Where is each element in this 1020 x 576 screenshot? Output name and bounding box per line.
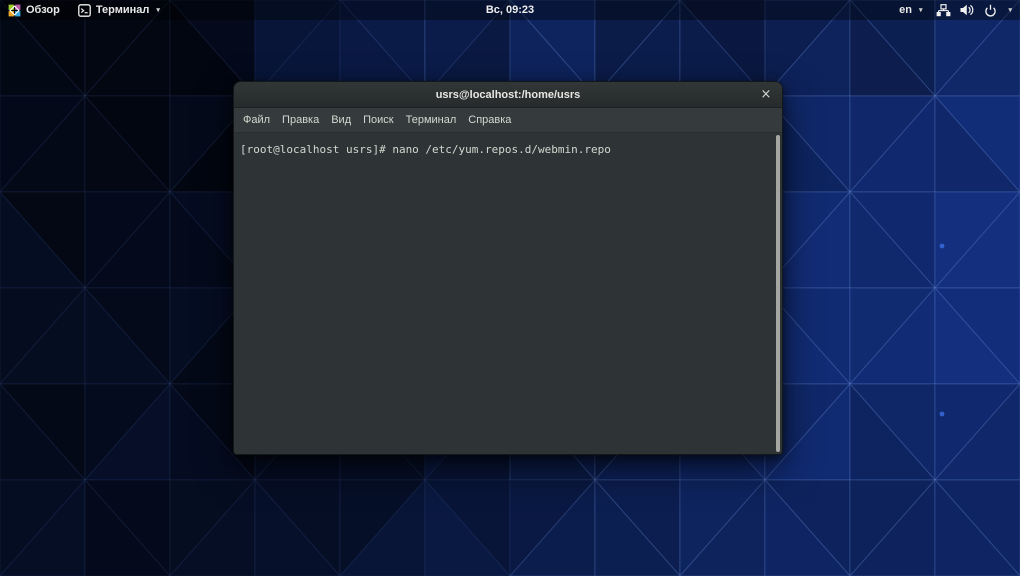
top-bar-left: Обзор Терминал ▾ [8, 0, 160, 20]
clock-button[interactable]: Вс, 09:23 [486, 0, 534, 20]
network-icon [936, 3, 951, 17]
terminal-window: usrs@localhost:/home/usrs × Файл Правка … [233, 81, 783, 455]
terminal-prompt-line: [root@localhost usrs]# nano /etc/yum.rep… [240, 143, 611, 156]
scrollbar-thumb[interactable] [776, 135, 780, 452]
chevron-down-icon: ▾ [1008, 6, 1012, 14]
app-menu-button[interactable]: Терминал ▾ [77, 0, 160, 20]
terminal-content[interactable]: [root@localhost usrs]# nano /etc/yum.rep… [234, 133, 782, 454]
window-title: usrs@localhost:/home/usrs [435, 88, 581, 101]
menu-item-view[interactable]: Вид [325, 112, 357, 128]
keyboard-layout-button[interactable]: en ▾ [899, 0, 922, 20]
menu-item-search[interactable]: Поиск [357, 112, 399, 128]
chevron-down-icon: ▾ [918, 6, 923, 14]
chevron-down-icon: ▾ [156, 6, 160, 14]
menu-item-help[interactable]: Справка [462, 112, 517, 128]
menu-item-file[interactable]: Файл [237, 112, 276, 128]
close-button[interactable]: × [756, 82, 776, 107]
menu-item-edit[interactable]: Правка [276, 112, 325, 128]
power-icon [984, 4, 997, 17]
top-bar-right: en ▾ ▾ [899, 0, 1012, 20]
app-menu-label: Терминал [95, 4, 150, 16]
distro-logo-icon [8, 4, 21, 17]
volume-icon [960, 4, 975, 16]
terminal-app-icon [77, 3, 91, 17]
menu-item-terminal[interactable]: Терминал [400, 112, 463, 128]
top-bar: Обзор Терминал ▾ Вс, 09:23 en ▾ ▾ [0, 0, 1020, 20]
activities-button[interactable]: Обзор [8, 0, 60, 20]
system-menu-button[interactable]: ▾ [936, 3, 1012, 17]
window-titlebar[interactable]: usrs@localhost:/home/usrs × [234, 82, 782, 108]
keyboard-layout-label: en [899, 4, 912, 16]
activities-label: Обзор [26, 4, 60, 16]
menu-bar: Файл Правка Вид Поиск Терминал Справка [234, 108, 782, 133]
